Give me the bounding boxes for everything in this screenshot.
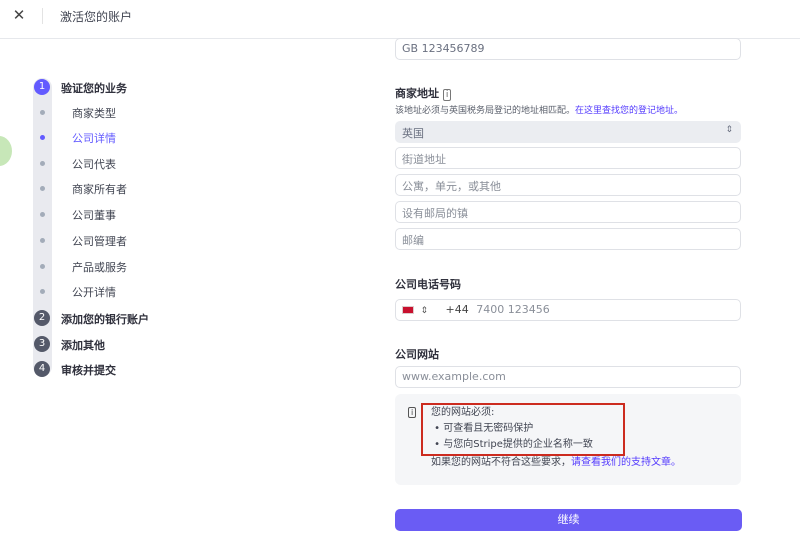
substep-dot <box>40 186 45 191</box>
chevron-up-down-icon[interactable]: ⇕ <box>421 306 429 316</box>
substep-item[interactable]: 产品或服务 <box>72 259 127 275</box>
substep-item[interactable]: 公司详情 <box>72 130 116 146</box>
header: ✕ 激活您的账户 <box>0 0 800 39</box>
highlight-box <box>421 403 625 456</box>
address-help: 该地址必须与英国税务局登记的地址相匹配。在这里查找您的登记地址。 <box>395 103 683 116</box>
step-number-1: 1 <box>34 79 50 95</box>
substep-dot <box>40 161 45 166</box>
substep-dot <box>40 212 45 217</box>
step-2[interactable]: 添加您的银行账户 <box>61 311 149 327</box>
support-article-link[interactable]: 请查看我们的支持文章。 <box>571 457 681 468</box>
address-help-text: 该地址必须与英国税务局登记的地址相匹配。 <box>395 106 576 116</box>
website-label: 公司网站 <box>395 348 439 361</box>
country-select[interactable]: 英国 ⇕ <box>395 121 741 143</box>
phone-label: 公司电话号码 <box>395 278 461 291</box>
substep-dot <box>40 264 45 269</box>
vat-number-input[interactable]: GB 123456789 <box>395 38 741 60</box>
substep-dot <box>40 135 45 140</box>
step-4[interactable]: 审核并提交 <box>61 362 116 378</box>
address-label-text: 商家地址 <box>395 87 439 100</box>
close-icon[interactable]: ✕ <box>12 6 26 24</box>
substep-item[interactable]: 公开详情 <box>72 284 116 300</box>
substep-item[interactable]: 公司代表 <box>72 156 116 172</box>
street-input[interactable]: 街道地址 <box>395 147 741 169</box>
step-1[interactable]: 验证您的业务 <box>61 80 127 96</box>
divider <box>42 8 43 24</box>
substep-dot <box>40 238 45 243</box>
country-code: +44 <box>445 303 469 316</box>
find-address-link[interactable]: 在这里查找您的登记地址。 <box>575 106 683 116</box>
substep-item[interactable]: 公司管理者 <box>72 233 127 249</box>
substep-item[interactable]: 公司董事 <box>72 207 116 223</box>
substep-item[interactable]: 商家所有者 <box>72 181 127 197</box>
step-number-3: 3 <box>34 336 50 352</box>
apartment-input[interactable]: 公寓，单元，或其他 <box>395 174 741 196</box>
stepper-track <box>33 78 52 376</box>
info-footer: 如果您的网站不符合这些要求， <box>431 457 571 468</box>
info-icon[interactable]: i <box>442 89 452 101</box>
town-input[interactable]: 设有邮局的镇 <box>395 201 741 223</box>
step-number-2: 2 <box>34 310 50 326</box>
step-number-4: 4 <box>34 361 50 377</box>
address-label: 商家地址 i <box>395 85 452 101</box>
continue-button[interactable]: 继续 <box>395 509 742 531</box>
avatar <box>0 136 12 166</box>
phone-placeholder: 7400 123456 <box>476 303 550 316</box>
postcode-input[interactable]: 邮编 <box>395 228 741 250</box>
phone-input[interactable]: ⇕ +44 7400 123456 <box>395 299 741 321</box>
website-input[interactable]: www.example.com <box>395 366 741 388</box>
chevron-up-down-icon: ⇕ <box>725 125 733 135</box>
page-title: 激活您的账户 <box>60 10 133 24</box>
substep-dot <box>40 110 45 115</box>
uk-flag-icon[interactable] <box>402 306 414 314</box>
info-icon: i <box>408 407 417 418</box>
substep-dot <box>40 289 45 294</box>
step-3[interactable]: 添加其他 <box>61 337 105 353</box>
substep-item[interactable]: 商家类型 <box>72 105 116 121</box>
country-value: 英国 <box>402 127 424 140</box>
